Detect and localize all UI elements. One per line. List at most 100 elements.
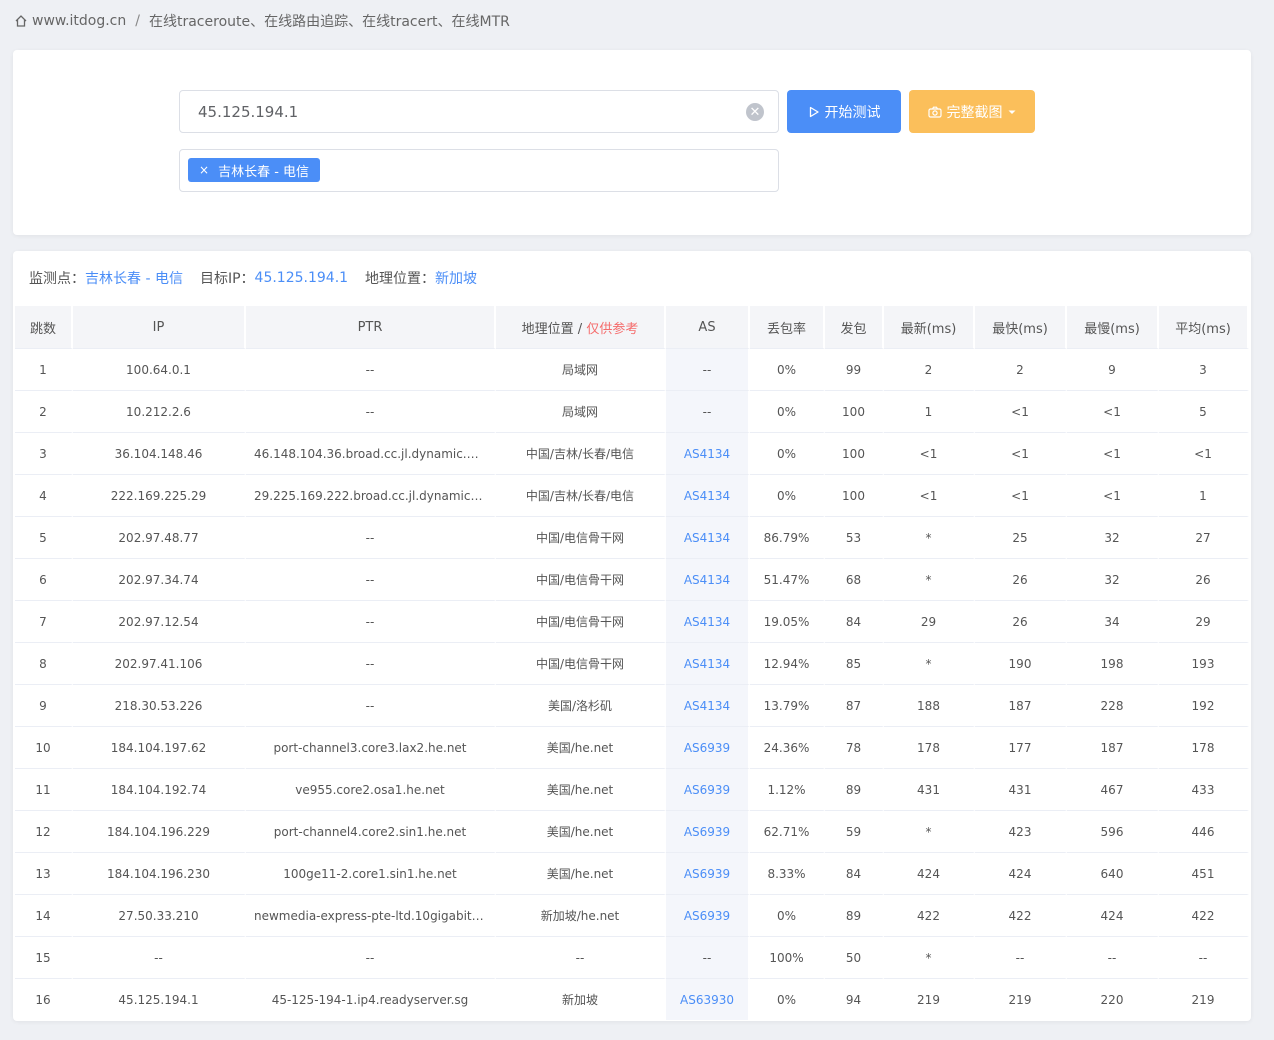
cell-last: 424 <box>884 852 975 894</box>
cell-geo: 中国/电信骨干网 <box>496 516 666 558</box>
cell-as: -- <box>666 936 750 978</box>
cell-geo: 中国/电信骨干网 <box>496 558 666 600</box>
col-sent: 发包 <box>825 306 884 348</box>
cell-avg: 3 <box>1159 348 1249 390</box>
cell-last: <1 <box>884 474 975 516</box>
cell-as: AS4134 <box>666 432 750 474</box>
table-row: 11 184.104.192.74 ve955.core2.osa1.he.net 美… <box>15 768 1249 810</box>
monitor-label: 监测点： <box>29 271 85 287</box>
cell-hop: 11 <box>15 768 73 810</box>
cell-last: 178 <box>884 726 975 768</box>
cell-as: AS4134 <box>666 516 750 558</box>
cell-ptr: -- <box>246 390 496 432</box>
target-input[interactable]: 45.125.194.1 ✕ <box>179 90 779 133</box>
cell-last: 422 <box>884 894 975 936</box>
clear-icon[interactable]: ✕ <box>746 103 764 121</box>
cell-loss: 8.33% <box>750 852 825 894</box>
cell-worst: 467 <box>1067 768 1159 810</box>
cell-ptr: port-channel4.core2.sin1.he.net <box>246 810 496 852</box>
cell-hop: 2 <box>15 390 73 432</box>
cell-ptr: -- <box>246 936 496 978</box>
table-row: 7 202.97.12.54 -- 中国/电信骨干网 AS4134 19.05% 84 29 2… <box>15 600 1249 642</box>
cell-geo: 美国/洛杉矶 <box>496 684 666 726</box>
as-link[interactable]: AS4134 <box>684 657 730 671</box>
cell-loss: 0% <box>750 432 825 474</box>
col-geo-label: 地理位置 / <box>521 321 587 337</box>
cell-as: AS6939 <box>666 852 750 894</box>
as-link[interactable]: AS6939 <box>684 741 730 755</box>
cell-avg: 446 <box>1159 810 1249 852</box>
as-link[interactable]: AS4134 <box>684 531 730 545</box>
home-icon[interactable] <box>14 14 28 28</box>
cell-geo: 美国/he.net <box>496 852 666 894</box>
cell-worst: 596 <box>1067 810 1159 852</box>
cell-sent: 94 <box>825 978 884 1020</box>
cell-hop: 4 <box>15 474 73 516</box>
full-screenshot-label: 完整截图 <box>946 104 1003 121</box>
cell-as: AS6939 <box>666 810 750 852</box>
cell-as: AS6939 <box>666 726 750 768</box>
cell-ip: 202.97.41.106 <box>73 642 246 684</box>
col-ip: IP <box>73 306 246 348</box>
cell-avg: -- <box>1159 936 1249 978</box>
as-link[interactable]: AS6939 <box>684 909 730 923</box>
cell-worst: <1 <box>1067 390 1159 432</box>
cell-ip: 184.104.197.62 <box>73 726 246 768</box>
breadcrumb-site-link[interactable]: www.itdog.cn <box>32 13 126 29</box>
node-tag[interactable]: × 吉林长春 - 电信 <box>188 158 321 182</box>
cell-sent: 50 <box>825 936 884 978</box>
cell-sent: 53 <box>825 516 884 558</box>
tag-close-icon[interactable]: × <box>199 163 209 177</box>
table-row: 14 27.50.33.210 newmedia-express-pte-ltd.1… <box>15 894 1249 936</box>
cell-ptr: ve955.core2.osa1.he.net <box>246 768 496 810</box>
cell-ip: 10.212.2.6 <box>73 390 246 432</box>
cell-best: 25 <box>975 516 1067 558</box>
cell-worst: 220 <box>1067 978 1159 1020</box>
table-row: 15 -- -- -- -- 100% 50 * -- -- -- <box>15 936 1249 978</box>
as-link[interactable]: AS63930 <box>680 993 734 1007</box>
target-input-value: 45.125.194.1 <box>198 102 299 121</box>
cell-hop: 6 <box>15 558 73 600</box>
as-link[interactable]: AS6939 <box>684 783 730 797</box>
cell-as: -- <box>666 390 750 432</box>
node-select-input[interactable]: × 吉林长春 - 电信 <box>179 149 779 192</box>
as-link[interactable]: AS4134 <box>684 615 730 629</box>
camera-icon <box>927 106 942 118</box>
as-link[interactable]: AS4134 <box>684 447 730 461</box>
cell-loss: 0% <box>750 978 825 1020</box>
cell-ip: 184.104.196.229 <box>73 810 246 852</box>
cell-ptr: 29.225.169.222.broad.cc.jl.dynamic.16... <box>246 474 496 516</box>
cell-ptr: 46.148.104.36.broad.cc.jl.dynamic.163... <box>246 432 496 474</box>
as-link[interactable]: AS6939 <box>684 867 730 881</box>
as-link[interactable]: AS4134 <box>684 573 730 587</box>
cell-worst: 198 <box>1067 642 1159 684</box>
cell-best: 422 <box>975 894 1067 936</box>
as-link[interactable]: AS6939 <box>684 825 730 839</box>
cell-best: 177 <box>975 726 1067 768</box>
cell-ip: 184.104.196.230 <box>73 852 246 894</box>
cell-worst: 640 <box>1067 852 1159 894</box>
breadcrumb-current-page: 在线traceroute、在线路由追踪、在线tracert、在线MTR <box>148 14 510 30</box>
cell-ptr: 100ge11-2.core1.sin1.he.net <box>246 852 496 894</box>
start-test-button[interactable]: 开始测试 <box>787 90 901 133</box>
cell-last: * <box>884 642 975 684</box>
as-link[interactable]: AS4134 <box>684 699 730 713</box>
cell-ip: 222.169.225.29 <box>73 474 246 516</box>
as-link[interactable]: AS4134 <box>684 489 730 503</box>
cell-last: 2 <box>884 348 975 390</box>
cell-sent: 68 <box>825 558 884 600</box>
cell-loss: 1.12% <box>750 768 825 810</box>
cell-ptr: -- <box>246 600 496 642</box>
table-row: 5 202.97.48.77 -- 中国/电信骨干网 AS4134 86.79% 53 * 25… <box>15 516 1249 558</box>
col-avg: 平均(ms) <box>1159 306 1249 348</box>
table-header-row: 跳数 IP PTR 地理位置 / 仅供参考 AS 丢包率 发包 最新(ms) 最… <box>15 306 1249 348</box>
target-ip-value: 45.125.194.1 <box>254 270 349 286</box>
cell-loss: 12.94% <box>750 642 825 684</box>
cell-loss: 0% <box>750 474 825 516</box>
caret-down-icon <box>1008 110 1015 114</box>
cell-avg: <1 <box>1159 432 1249 474</box>
cell-ip: -- <box>73 936 246 978</box>
cell-as: AS6939 <box>666 768 750 810</box>
full-screenshot-button[interactable]: 完整截图 <box>909 90 1035 133</box>
cell-best: 431 <box>975 768 1067 810</box>
